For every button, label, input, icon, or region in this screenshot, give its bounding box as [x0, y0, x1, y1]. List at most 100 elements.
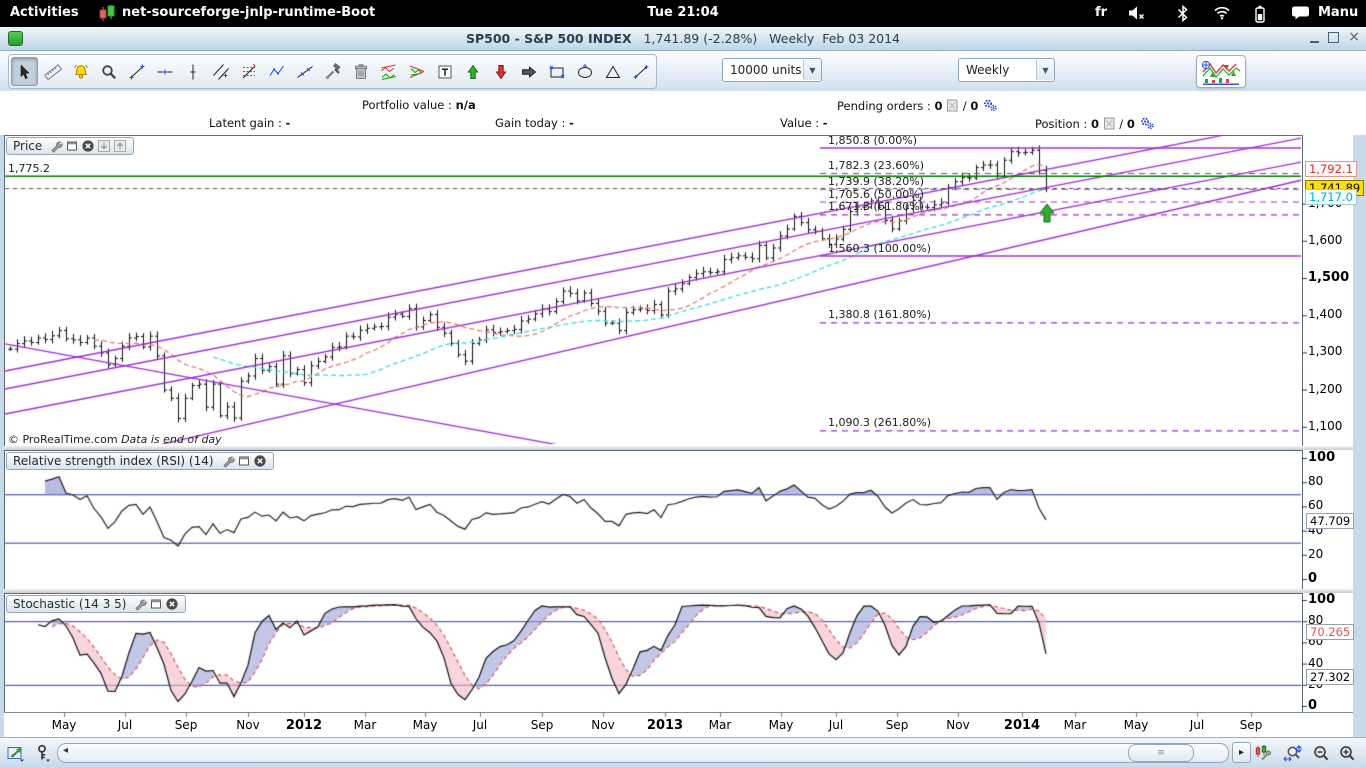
- sell-arrow-tool[interactable]: [487, 57, 514, 86]
- price-panel[interactable]: [4, 135, 1303, 448]
- pitchfork-pattern-tool[interactable]: [403, 57, 430, 86]
- drawing-settings-tool[interactable]: [319, 57, 346, 86]
- fibonacci-level-label: 1,380.8 (161.80%): [828, 308, 932, 322]
- price-panel-title: Price: [13, 139, 43, 153]
- fibonacci-tool[interactable]: [235, 57, 262, 86]
- focused-app-title[interactable]: net-sourceforge-jnlp-runtime-Boot: [122, 5, 375, 20]
- time-axis-label: May: [51, 718, 77, 732]
- activities-button[interactable]: Activities: [10, 5, 79, 20]
- rsi-panel-title: Relative strength index (RSI) (14): [13, 454, 214, 468]
- position-settings-gear-icon[interactable]: [1139, 116, 1155, 133]
- window-title-bar[interactable]: SP500 - S&P 500 INDEX 1,741.89 (-2.28%) …: [0, 27, 1366, 51]
- trendline-tool[interactable]: [123, 57, 150, 86]
- title-date: Feb 03 2014: [822, 31, 901, 46]
- keyboard-layout-indicator[interactable]: fr: [1095, 5, 1107, 20]
- pointer-tool[interactable]: [11, 57, 38, 86]
- speaker-muted-icon[interactable]: [1128, 5, 1146, 25]
- export-chart-button[interactable]: [4, 742, 28, 764]
- stochastic-panel[interactable]: [4, 593, 1303, 714]
- rsi-panel-header[interactable]: Relative strength index (RSI) (14): [6, 452, 274, 470]
- close-panel-icon[interactable]: [165, 597, 179, 611]
- time-axis-label: 2012: [285, 718, 323, 733]
- fibonacci-level-label: 1,090.3 (261.80%): [828, 416, 932, 430]
- fibonacci-level-label: 1,671.3 (61.80%): [828, 200, 925, 214]
- vertical-line-tool[interactable]: [179, 57, 206, 86]
- buy-arrow-tool[interactable]: [459, 57, 486, 86]
- price-axis-tick: 1,200: [1308, 381, 1343, 396]
- indicator-settings-icon[interactable]: [49, 139, 63, 153]
- close-panel-icon[interactable]: [253, 454, 267, 468]
- panel-separator[interactable]: [4, 589, 1353, 593]
- time-axis-label: Sep: [530, 718, 554, 732]
- delete-drawings-tool[interactable]: [347, 57, 374, 86]
- rsi-axis-tick: 20: [1308, 546, 1324, 561]
- parallel-lines-tool[interactable]: [207, 57, 234, 86]
- units-dropdown[interactable]: 10000 units ▼: [722, 58, 822, 82]
- position-list-icon[interactable]: [1103, 117, 1116, 133]
- extended-line-tool[interactable]: [291, 57, 318, 86]
- zoom-tool[interactable]: [95, 57, 122, 86]
- minimize-button[interactable]: [1310, 41, 1320, 43]
- time-axis-label: May: [412, 718, 438, 732]
- rectangle-tool[interactable]: [543, 57, 570, 86]
- indicator-settings-icon[interactable]: [221, 454, 235, 468]
- alert-tool[interactable]: [67, 57, 94, 86]
- move-panel-down-icon[interactable]: [97, 139, 111, 153]
- zigzag-tool[interactable]: [263, 57, 290, 86]
- chart-display-options-button[interactable]: [1196, 55, 1246, 88]
- pending-orders: Pending orders : 0 / 0: [837, 98, 998, 115]
- timeframe-dropdown[interactable]: Weekly ▼: [958, 58, 1055, 82]
- clock[interactable]: Tue 21:04: [647, 5, 718, 20]
- scroll-right-button[interactable]: ▸: [1232, 742, 1251, 763]
- price-axis-tick: 1,600: [1308, 232, 1343, 247]
- panel-separator[interactable]: [4, 446, 1353, 450]
- time-axis-label: May: [1123, 718, 1149, 732]
- ellipse-tool[interactable]: [571, 57, 598, 86]
- scrollbar-thumb[interactable]: ≡: [1128, 744, 1194, 762]
- time-axis-label: Jul: [472, 718, 488, 732]
- fibonacci-level-label: 1,850.8 (0.00%): [828, 133, 918, 147]
- indicator-settings-icon[interactable]: [133, 597, 148, 611]
- move-panel-up-icon[interactable]: [113, 139, 127, 153]
- triangle-tool[interactable]: [599, 57, 626, 86]
- user-menu[interactable]: Manu: [1318, 5, 1358, 20]
- zoom-range-button[interactable]: [1280, 742, 1306, 764]
- transfer-order-tool[interactable]: [515, 57, 542, 86]
- zoom-out-button[interactable]: [1310, 742, 1332, 764]
- units-dropdown-value: 10000 units: [730, 63, 802, 77]
- detach-window-icon[interactable]: [149, 597, 163, 611]
- text-tool[interactable]: [431, 57, 458, 86]
- wifi-icon[interactable]: [1213, 5, 1231, 24]
- title-symbol: SP500 - S&P 500 INDEX: [465, 31, 632, 46]
- stoch-value-badge: 27.302: [1306, 669, 1355, 686]
- chart-display-settings-button[interactable]: [1252, 742, 1274, 764]
- rsi-panel[interactable]: [4, 450, 1303, 591]
- bluetooth-icon[interactable]: [1176, 4, 1190, 26]
- time-axis-label: Nov: [591, 718, 615, 732]
- stoch-axis-tick: 40: [1308, 655, 1324, 670]
- channel-pattern-tool[interactable]: [375, 57, 402, 86]
- chat-icon[interactable]: [1292, 5, 1311, 25]
- close-panel-icon[interactable]: [81, 139, 95, 153]
- close-button[interactable]: ×: [1348, 30, 1360, 44]
- price-axis-tick: 1,100: [1308, 418, 1343, 433]
- zoom-in-button[interactable]: [1336, 742, 1358, 764]
- time-axis-label: Sep: [885, 718, 909, 732]
- dropdown-arrow-icon: ▼: [1036, 60, 1054, 80]
- time-scrollbar[interactable]: [57, 743, 1229, 763]
- stochastic-panel-header[interactable]: Stochastic (14 3 5): [6, 595, 187, 613]
- protect-code-button[interactable]: [32, 742, 54, 764]
- horizontal-line-tool[interactable]: [151, 57, 178, 86]
- desktop: Activities net-sourceforge-jnlp-runtime-…: [0, 0, 1366, 768]
- orders-settings-gear-icon[interactable]: [982, 98, 998, 115]
- price-axis-badge-alert-red: 1,792.1: [1305, 161, 1357, 178]
- detach-window-icon[interactable]: [237, 454, 251, 468]
- battery-icon[interactable]: [1254, 5, 1266, 27]
- segment-tool[interactable]: [627, 57, 654, 86]
- detach-window-icon[interactable]: [65, 139, 79, 153]
- price-panel-header[interactable]: Price: [6, 137, 135, 155]
- maximize-button[interactable]: [1328, 32, 1340, 43]
- scroll-left-arrow[interactable]: ◂: [63, 745, 68, 756]
- ruler-tool[interactable]: [39, 57, 66, 86]
- orders-list-icon[interactable]: [946, 99, 959, 115]
